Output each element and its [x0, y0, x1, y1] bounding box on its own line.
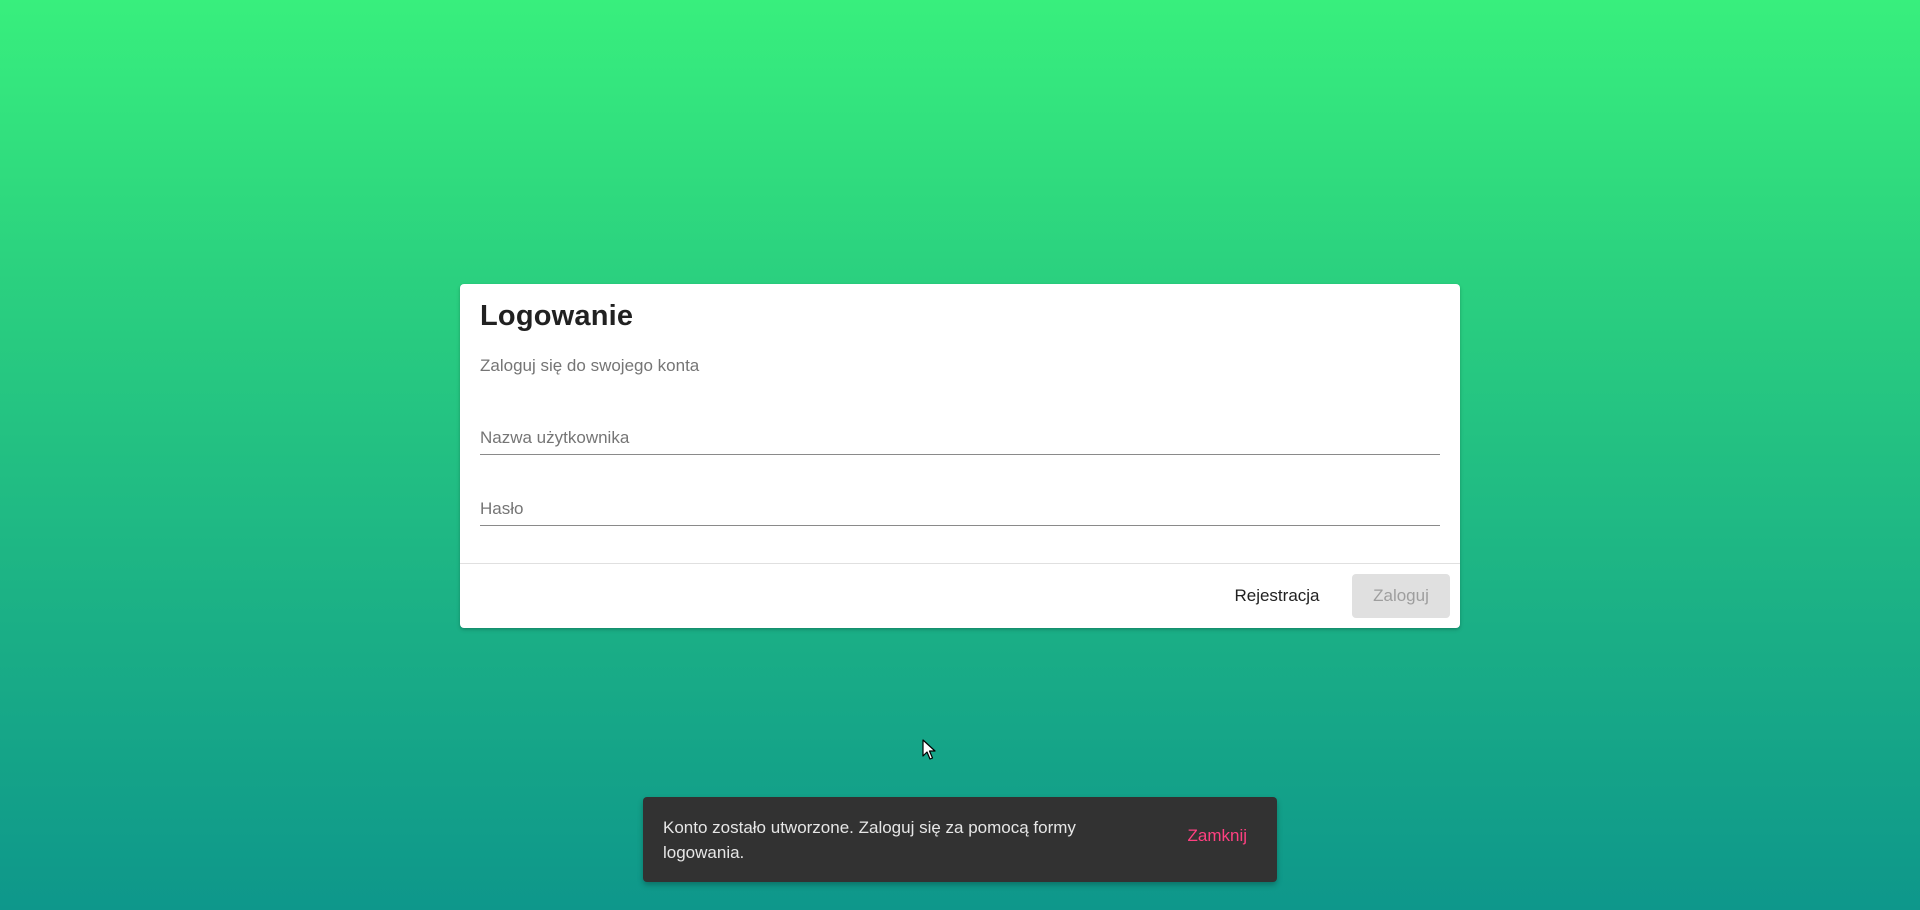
login-subtitle: Zaloguj się do swojego konta	[480, 356, 700, 375]
snackbar-close-button[interactable]: Zamknij	[1187, 826, 1247, 846]
snackbar: Konto zostało utworzone. Zaloguj się za …	[643, 797, 1277, 882]
login-card: Logowanie Zaloguj się do swojego konta R…	[460, 284, 1460, 628]
login-title: Logowanie	[480, 300, 634, 332]
register-button[interactable]: Rejestracja	[1222, 574, 1332, 618]
username-input[interactable]	[480, 428, 1440, 448]
mouse-pointer-icon	[922, 739, 936, 760]
username-field[interactable]	[480, 414, 1440, 455]
password-field[interactable]	[480, 485, 1440, 526]
snackbar-message: Konto zostało utworzone. Zaloguj się za …	[663, 818, 1076, 862]
password-input[interactable]	[480, 499, 1440, 519]
card-actions-divider	[460, 563, 1460, 564]
login-button[interactable]: Zaloguj	[1352, 574, 1450, 618]
